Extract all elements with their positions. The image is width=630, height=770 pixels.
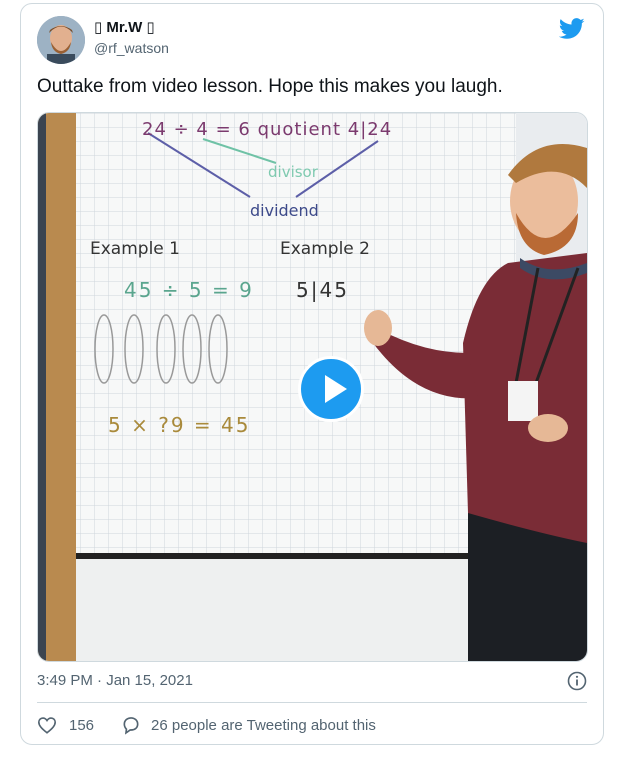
conversation-link[interactable]: 26 people are Tweeting about this: [121, 714, 376, 736]
board-example2-title: Example 2: [280, 239, 370, 259]
divider: [37, 702, 587, 703]
info-icon[interactable]: [567, 671, 587, 691]
author-display-name[interactable]: ▯ Mr.W ▯: [94, 18, 155, 36]
play-icon: [325, 375, 347, 403]
reply-bubble-icon: [123, 717, 139, 735]
user-avatar-icon: [37, 16, 85, 64]
author-avatar[interactable]: [37, 16, 85, 64]
board-example1-equation: 45 ÷ 5 = 9: [124, 278, 254, 302]
author-handle[interactable]: @rf_watson: [94, 40, 169, 56]
board-example1-check: 5 × ?9 = 45: [108, 413, 251, 437]
like-count: 156: [69, 716, 95, 734]
tweet-text: Outtake from video lesson. Hope this mak…: [37, 76, 503, 97]
board-example2-longdiv: 5|45: [296, 278, 349, 302]
tweet-timestamp[interactable]: 3:49 PM · Jan 15, 2021: [37, 672, 193, 689]
board-example1-title: Example 1: [90, 239, 180, 259]
video-player[interactable]: 24 ÷ 4 = 6 quotient 4|24 divisor dividen…: [37, 112, 588, 662]
twitter-bird-icon[interactable]: [559, 18, 585, 40]
tweet-card: ▯ Mr.W ▯ @rf_watson Outtake from video l…: [20, 3, 604, 745]
conversation-text: 26 people are Tweeting about this: [151, 716, 376, 734]
like-button[interactable]: 156: [37, 714, 94, 736]
play-button[interactable]: [298, 356, 364, 422]
heart-icon: [37, 717, 57, 734]
board-divisor-label: divisor: [268, 163, 318, 181]
board-top-line: 24 ÷ 4 = 6 quotient 4|24: [142, 119, 393, 140]
board-dividend-label: dividend: [250, 201, 319, 220]
